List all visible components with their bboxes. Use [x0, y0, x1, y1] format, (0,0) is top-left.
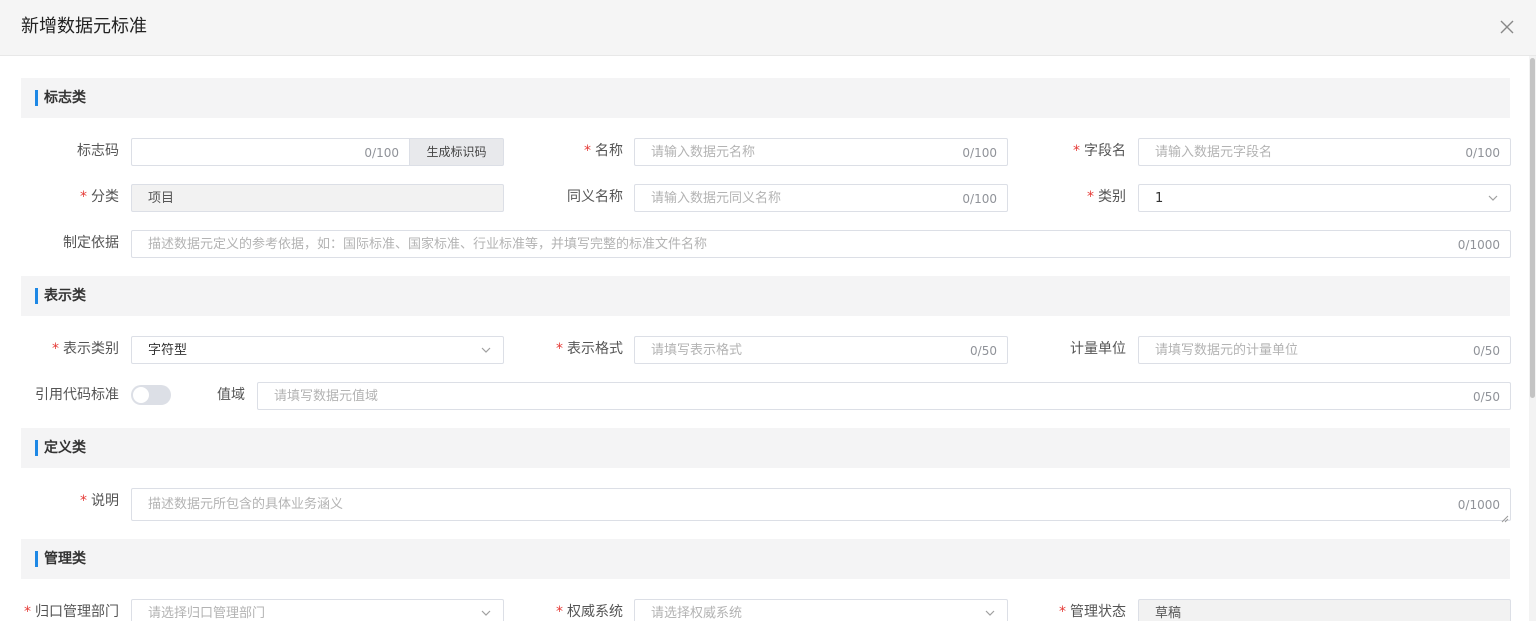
section-accent-bar — [35, 440, 38, 456]
scrollbar-thumb[interactable] — [1530, 58, 1535, 398]
rep-type-label: * 表示类别 — [52, 341, 119, 357]
category-label: * 类别 — [1087, 189, 1126, 205]
char-count: 0/50 — [1473, 344, 1500, 358]
field-name-input[interactable]: 请输入数据元字段名 0/100 — [1138, 138, 1511, 166]
classification-input: 项目 — [131, 184, 504, 212]
char-count: 0/100 — [962, 192, 997, 206]
generate-code-button[interactable]: 生成标识码 — [410, 138, 504, 166]
rep-format-input[interactable]: 请填写表示格式 0/50 — [634, 336, 1008, 364]
resize-handle-icon[interactable] — [1501, 511, 1509, 523]
code-ref-switch[interactable] — [131, 385, 171, 405]
unit-input[interactable]: 请填写数据元的计量单位 0/50 — [1138, 336, 1511, 364]
field-name-label: * 字段名 — [1073, 143, 1126, 159]
description-textarea[interactable]: 描述数据元所包含的具体业务涵义 0/1000 — [131, 488, 1511, 523]
section-title: 定义类 — [44, 440, 86, 456]
dialog-title: 新增数据元标准 — [21, 16, 147, 37]
chevron-down-icon — [479, 343, 493, 357]
section-accent-bar — [35, 288, 38, 304]
authority-label: * 权威系统 — [556, 604, 623, 620]
description-label: * 说明 — [80, 493, 119, 509]
char-count: 0/1000 — [1457, 238, 1500, 252]
section-management: 管理类 — [21, 539, 1510, 579]
synonym-input[interactable]: 请输入数据元同义名称 0/100 — [634, 184, 1008, 212]
section-accent-bar — [35, 90, 38, 106]
dept-label: * 归口管理部门 — [24, 604, 119, 620]
chevron-down-icon — [1486, 191, 1500, 205]
chevron-down-icon — [983, 606, 997, 620]
synonym-label: 同义名称 — [567, 189, 623, 205]
char-count: 0/100 — [1465, 146, 1500, 160]
category-select[interactable]: 1 — [1138, 184, 1511, 212]
char-count: 0/100 — [364, 146, 399, 160]
rep-format-label: * 表示格式 — [556, 341, 623, 357]
section-title: 管理类 — [44, 551, 86, 567]
unit-label: 计量单位 — [1070, 341, 1126, 357]
name-label: * 名称 — [584, 143, 623, 159]
section-representation: 表示类 — [21, 276, 1510, 316]
char-count: 0/50 — [970, 344, 997, 358]
dept-select[interactable]: 请选择归口管理部门 — [131, 599, 504, 621]
status-label: * 管理状态 — [1059, 604, 1126, 620]
close-icon[interactable] — [1494, 14, 1520, 40]
switch-knob — [133, 387, 149, 403]
status-input: 草稿 — [1138, 599, 1511, 621]
char-count: 0/50 — [1473, 390, 1500, 404]
chevron-down-icon — [479, 606, 493, 620]
section-identity: 标志类 — [21, 78, 1510, 118]
rep-type-select[interactable]: 字符型 — [131, 336, 504, 364]
char-count: 0/100 — [962, 146, 997, 160]
section-accent-bar — [35, 551, 38, 567]
dialog-header: 新增数据元标准 — [0, 0, 1536, 56]
classification-label: * 分类 — [80, 189, 119, 205]
section-definition: 定义类 — [21, 428, 1510, 468]
char-count: 0/1000 — [1457, 498, 1500, 512]
basis-label: 制定依据 — [63, 235, 119, 251]
id-code-label: 标志码 — [77, 143, 119, 159]
domain-label: 值域 — [217, 387, 245, 403]
basis-input[interactable]: 描述数据元定义的参考依据，如：国际标准、国家标准、行业标准等，并填写完整的标准文… — [131, 230, 1511, 258]
section-title: 表示类 — [44, 288, 86, 304]
scrollbar[interactable] — [1529, 56, 1536, 621]
code-ref-label: 引用代码标准 — [35, 387, 119, 403]
name-input[interactable]: 请输入数据元名称 0/100 — [634, 138, 1008, 166]
section-title: 标志类 — [44, 90, 86, 106]
authority-select[interactable]: 请选择权威系统 — [634, 599, 1008, 621]
id-code-input[interactable]: 0/100 — [131, 138, 410, 166]
domain-input[interactable]: 请填写数据元值域 0/50 — [257, 382, 1511, 410]
